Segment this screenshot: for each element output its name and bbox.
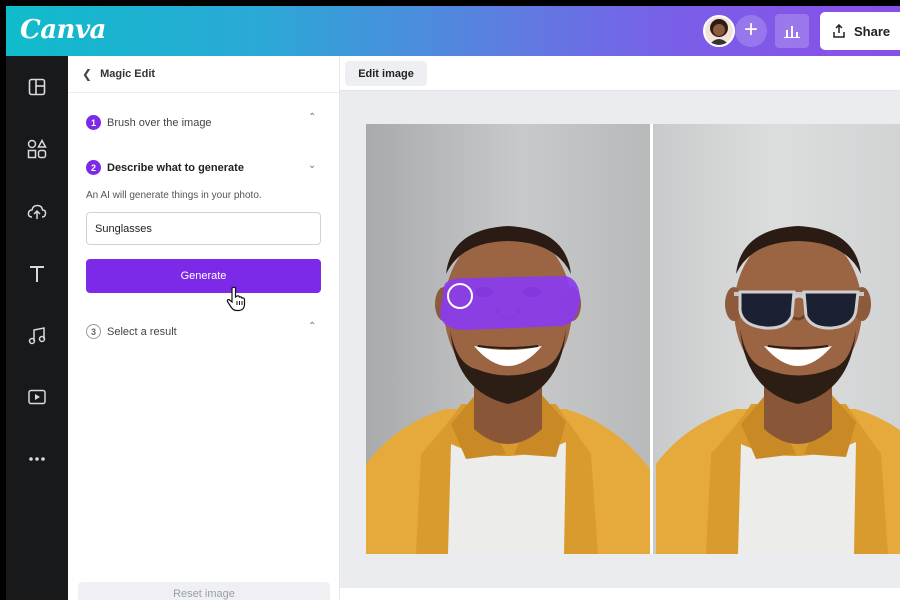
step-2-chevron-down-icon[interactable]: ⌄	[308, 160, 316, 171]
back-chevron-icon[interactable]: ❮	[82, 67, 92, 81]
hand-cursor-icon	[226, 286, 246, 312]
step-2-label: Describe what to generate	[107, 161, 244, 174]
panel-divider	[68, 92, 339, 93]
step-3-chevron-up-icon[interactable]: ⌃	[308, 321, 316, 332]
photo-comparison-image[interactable]	[364, 124, 900, 556]
edit-image-button[interactable]: Edit image	[345, 61, 427, 86]
share-label: Share	[854, 23, 891, 39]
elements-icon[interactable]	[26, 138, 48, 160]
insights-button[interactable]	[775, 14, 809, 48]
step-1[interactable]: 1 Brush over the image	[86, 115, 212, 130]
text-icon[interactable]	[26, 263, 48, 285]
upload-icon[interactable]	[26, 201, 48, 223]
canva-logo[interactable]: Canva	[20, 15, 106, 45]
more-icon[interactable]	[26, 448, 48, 470]
avatar-image-icon	[705, 17, 733, 45]
bar-chart-icon	[784, 26, 800, 38]
share-button[interactable]: Share	[820, 12, 900, 50]
share-icon	[833, 24, 845, 38]
step-3[interactable]: 3 Select a result	[86, 324, 177, 339]
design-canvas[interactable]	[364, 124, 900, 556]
side-rail	[6, 56, 68, 600]
panel-header: ❮ Magic Edit	[68, 56, 339, 92]
add-collaborator-button[interactable]: +	[735, 15, 767, 47]
prompt-input[interactable]	[86, 212, 321, 245]
step-1-label: Brush over the image	[107, 116, 212, 129]
step-2[interactable]: 2 Describe what to generate	[86, 160, 244, 175]
layout-icon[interactable]	[26, 76, 48, 98]
generate-description: An AI will generate things in your photo…	[86, 190, 262, 201]
user-avatar[interactable]	[703, 15, 735, 47]
generate-button[interactable]: Generate	[86, 259, 321, 293]
reset-image-button[interactable]: Reset image	[78, 582, 330, 600]
step-3-number: 3	[86, 324, 101, 339]
context-toolbar: Edit image	[340, 56, 900, 91]
step-3-label: Select a result	[107, 325, 177, 338]
step-1-chevron-up-icon[interactable]: ⌃	[308, 112, 316, 123]
magic-edit-panel: ❮ Magic Edit 1 Brush over the image ⌃ 2 …	[68, 56, 340, 600]
step-1-number: 1	[86, 115, 101, 130]
bottom-bar	[340, 588, 900, 600]
video-icon[interactable]	[26, 386, 48, 408]
audio-icon[interactable]	[26, 325, 48, 347]
panel-title: Magic Edit	[100, 68, 156, 80]
top-header: Canva + Share	[6, 6, 900, 56]
editor-workspace: Edit image	[340, 56, 900, 600]
step-2-number: 2	[86, 160, 101, 175]
